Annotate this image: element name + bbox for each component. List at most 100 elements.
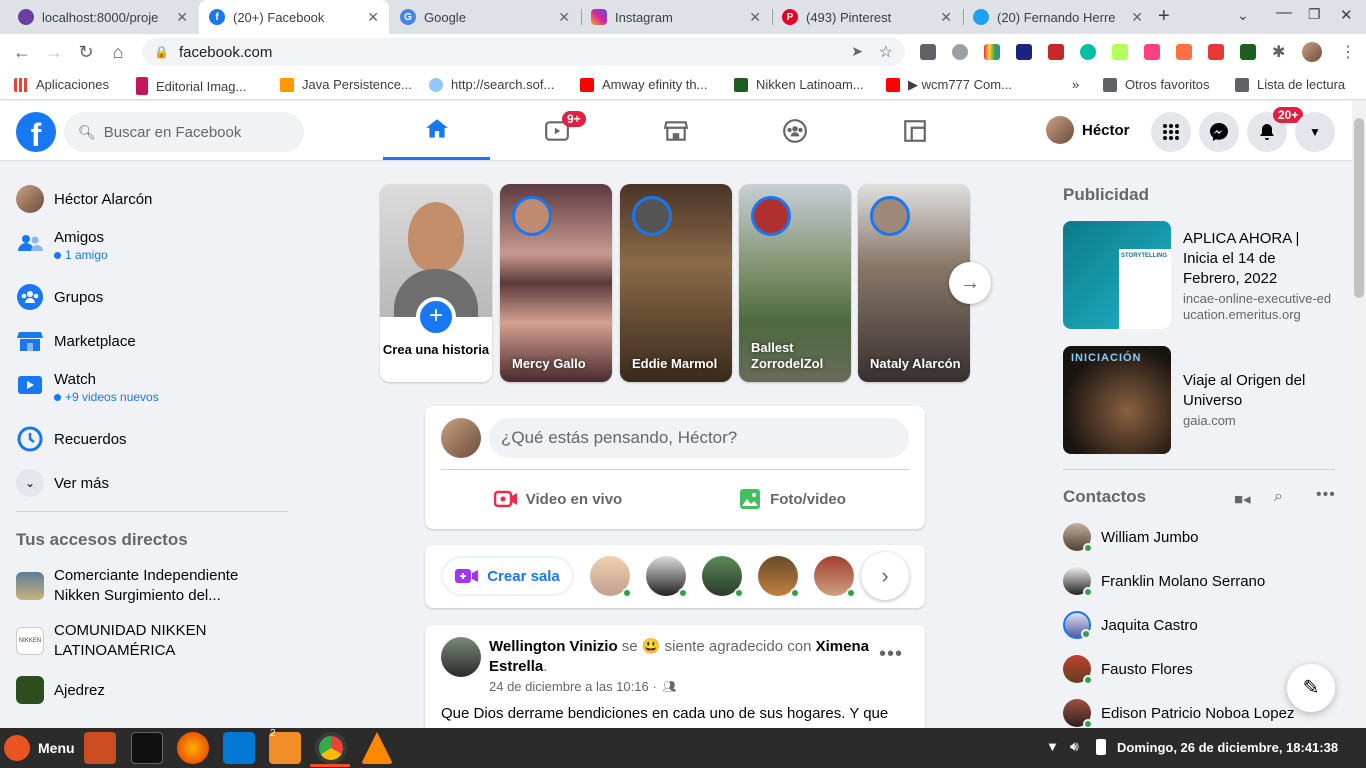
chrome-menu-icon[interactable]: ⋮	[1340, 42, 1356, 62]
room-contact-avatar[interactable]	[590, 556, 632, 598]
post-options-icon[interactable]: •••	[879, 643, 903, 666]
forward-icon[interactable]: →	[42, 40, 66, 64]
browser-tab[interactable]: G Google ✕	[390, 0, 580, 34]
start-menu-button[interactable]: Menu	[4, 735, 75, 761]
extension-icon[interactable]	[1240, 44, 1256, 60]
chrome-icon[interactable]	[315, 732, 347, 764]
browser-tab[interactable]: P (493) Pinterest ✕	[772, 0, 962, 34]
post-author-avatar[interactable]	[441, 637, 481, 677]
nav-gaming[interactable]	[861, 101, 968, 160]
post-author[interactable]: Wellington Vinizio	[489, 638, 618, 655]
bookmark-item[interactable]: Java Persistence...	[280, 77, 412, 92]
bookmark-item[interactable]: Nikken Latinoam...	[734, 77, 864, 92]
contact-item[interactable]: Edison Patricio Noboa Lopez	[1063, 699, 1294, 729]
terminal-icon[interactable]	[131, 732, 163, 764]
close-tab-icon[interactable]: ✕	[367, 9, 379, 26]
vlc-icon[interactable]	[361, 732, 393, 764]
sidebar-item-watch[interactable]: Watch +9 videos nuevos	[16, 371, 288, 404]
bookmarks-overflow-icon[interactable]: »	[1072, 77, 1079, 92]
story-card[interactable]: Ballest ZorrodelZol	[739, 184, 851, 382]
shortcut-item[interactable]: Ajedrez	[16, 676, 288, 704]
presentation-app-icon[interactable]	[84, 732, 116, 764]
address-bar[interactable]: 🔒 facebook.com ➤ ☆	[142, 38, 905, 66]
minimize-icon[interactable]: —	[1276, 4, 1292, 22]
firefox-icon[interactable]	[177, 732, 209, 764]
battery-icon[interactable]	[1096, 739, 1106, 755]
wifi-icon[interactable]: ▼	[1046, 739, 1059, 754]
bookmark-item[interactable]: ▶ wcm777 Com...	[886, 77, 1012, 93]
system-clock[interactable]: Domingo, 26 de diciembre, 18:41:38	[1117, 740, 1338, 755]
nav-watch[interactable]	[503, 101, 610, 160]
menu-button[interactable]	[1151, 112, 1191, 152]
close-tab-icon[interactable]: ✕	[940, 9, 952, 26]
new-tab-icon[interactable]: +	[1158, 5, 1170, 28]
room-contact-avatar[interactable]	[646, 556, 688, 598]
nav-marketplace[interactable]	[622, 101, 729, 160]
close-tab-icon[interactable]: ✕	[1131, 9, 1143, 26]
shortcut-item[interactable]: Comerciante Independiente Nikken Surgimi…	[16, 566, 288, 606]
bookmark-star-icon[interactable]: ☆	[879, 42, 893, 62]
room-contact-avatar[interactable]	[758, 556, 800, 598]
browser-tab[interactable]: localhost:8000/proje ✕	[8, 0, 198, 34]
new-room-video-icon[interactable]: ■◂	[1234, 490, 1251, 508]
contacts-options-icon[interactable]: •••	[1316, 486, 1336, 504]
extension-icon[interactable]	[1176, 44, 1192, 60]
extension-icon[interactable]	[1048, 44, 1064, 60]
ad-item[interactable]: STORYTELLING APLICA AHORA | Inicia el 14…	[1063, 221, 1335, 329]
add-story-icon[interactable]: +	[416, 297, 456, 337]
create-room-button[interactable]: Crear sala	[441, 556, 574, 596]
extensions-puzzle-icon[interactable]: ✱	[1272, 42, 1285, 62]
bookmark-item[interactable]: Amway efinity th...	[580, 77, 707, 92]
extension-icon[interactable]	[1112, 44, 1128, 60]
reading-list[interactable]: Lista de lectura	[1235, 77, 1345, 92]
live-video-button[interactable]: Video en vivo	[441, 478, 675, 520]
browser-tab[interactable]: Instagram ✕	[581, 0, 771, 34]
reload-icon[interactable]: ↻	[74, 40, 98, 64]
photo-video-button[interactable]: Foto/video	[675, 478, 909, 520]
new-message-compose-icon[interactable]: ✎	[1287, 664, 1335, 712]
create-story-card[interactable]: + Crea una historia	[380, 184, 492, 382]
extension-icon[interactable]	[1080, 44, 1096, 60]
react-devtools-icon[interactable]	[1016, 44, 1032, 60]
extension-icon[interactable]	[952, 44, 968, 60]
room-contact-avatar[interactable]	[702, 556, 744, 598]
extension-icon[interactable]	[920, 44, 936, 60]
sidebar-item-memories[interactable]: Recuerdos	[16, 425, 288, 453]
bookmark-item[interactable]: Editorial Imag...	[136, 77, 246, 95]
scrollbar-thumb[interactable]	[1354, 118, 1364, 298]
browser-tab[interactable]: (20) Fernando Herre ✕	[963, 0, 1153, 34]
story-card[interactable]: Mercy Gallo	[500, 184, 612, 382]
sidebar-see-more[interactable]: ⌄ Ver más	[16, 469, 288, 497]
facebook-logo[interactable]: f	[16, 112, 56, 152]
sidebar-item-profile[interactable]: Héctor Alarcón	[16, 185, 288, 213]
back-icon[interactable]: ←	[10, 40, 34, 64]
sidebar-item-groups[interactable]: Grupos	[16, 283, 288, 311]
extension-icon[interactable]	[1208, 44, 1224, 60]
account-button[interactable]: ▼	[1295, 112, 1335, 152]
tab-search-chevron-icon[interactable]: ⌄	[1237, 7, 1249, 24]
search-contacts-icon[interactable]: ⌕	[1274, 488, 1283, 506]
contact-item[interactable]: William Jumbo	[1063, 523, 1199, 553]
bookmark-apps[interactable]: Aplicaciones	[14, 77, 109, 92]
extension-icon[interactable]	[984, 44, 1000, 60]
send-icon[interactable]: ➤	[851, 43, 863, 60]
rooms-next-chevron-icon[interactable]: ›	[861, 552, 909, 600]
volume-icon[interactable]: 🔊︎	[1070, 738, 1079, 755]
bookmark-item[interactable]: http://search.sof...	[429, 77, 554, 92]
vscode-icon[interactable]	[223, 732, 255, 764]
room-contact-avatar[interactable]	[814, 556, 856, 598]
contact-item[interactable]: Franklin Molano Serrano	[1063, 567, 1265, 597]
post-date[interactable]: 24 de diciembre a las 10:16 ·	[489, 679, 657, 694]
contact-item[interactable]: Fausto Flores	[1063, 655, 1193, 685]
profile-shortcut[interactable]: Héctor	[1046, 116, 1130, 144]
nav-home[interactable]	[383, 101, 490, 160]
sidebar-item-marketplace[interactable]: Marketplace	[16, 327, 288, 355]
close-window-icon[interactable]: ✕	[1340, 6, 1353, 24]
composer-input[interactable]: ¿Qué estás pensando, Héctor?	[489, 418, 909, 458]
facebook-search-input[interactable]: 🔍︎ Buscar en Facebook	[64, 112, 304, 152]
close-tab-icon[interactable]: ✕	[558, 9, 570, 26]
close-tab-icon[interactable]: ✕	[176, 9, 188, 26]
bookmark-folder[interactable]: Otros favoritos	[1103, 77, 1210, 92]
messenger-button[interactable]	[1199, 112, 1239, 152]
stories-next-arrow-icon[interactable]: →	[949, 262, 991, 304]
